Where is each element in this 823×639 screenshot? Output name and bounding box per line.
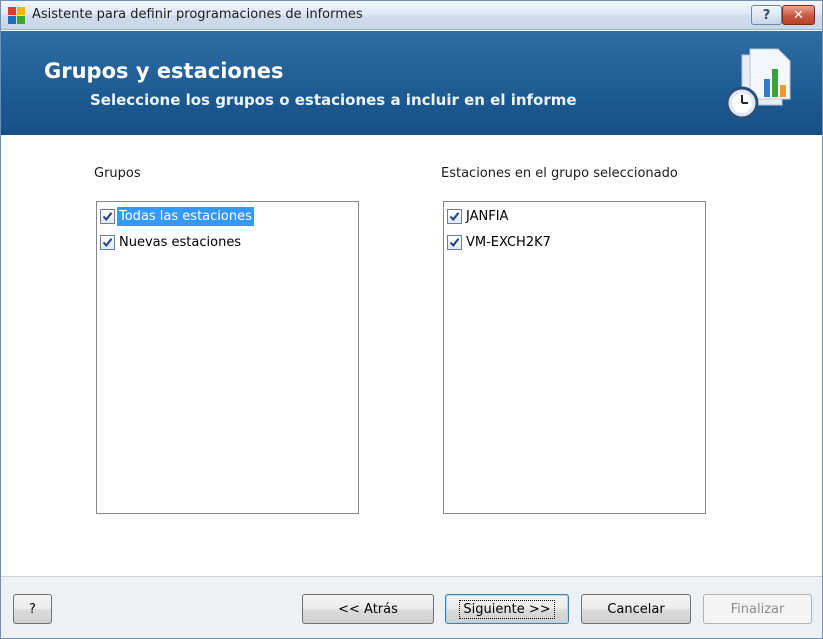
close-button[interactable]: ✕	[782, 5, 815, 25]
back-button-label: << Atrás	[338, 601, 398, 617]
list-item-label: Todas las estaciones	[117, 206, 254, 226]
title-help-button[interactable]: ?	[751, 5, 782, 25]
avg-logo-icon	[8, 7, 25, 24]
close-icon: ✕	[793, 7, 804, 23]
list-item-label: JANFIA	[466, 208, 509, 224]
list-item[interactable]: Nuevas estaciones	[100, 232, 243, 252]
report-schedule-icon	[725, 48, 791, 120]
wizard-window: Asistente para definir programaciones de…	[0, 0, 823, 639]
header-banner: Grupos y estaciones Seleccione los grupo…	[1, 31, 822, 135]
list-item-label: VM-EXCH2K7	[466, 234, 551, 250]
list-item-label: Nuevas estaciones	[119, 234, 242, 250]
help-icon: ?	[762, 7, 771, 23]
finish-button: Finalizar	[703, 594, 812, 624]
button-bar: ? << Atrás Siguiente >> Cancelar Finaliz…	[1, 576, 822, 638]
checkmark-icon	[102, 211, 113, 221]
cancel-button-label: Cancelar	[607, 601, 665, 617]
checkmark-icon	[449, 211, 460, 221]
list-item[interactable]: VM-EXCH2K7	[447, 232, 553, 252]
finish-button-label: Finalizar	[730, 601, 785, 617]
title-bar: Asistente para definir programaciones de…	[1, 1, 822, 30]
list-item[interactable]: Todas las estaciones	[100, 206, 254, 226]
page-title: Grupos y estaciones	[44, 59, 284, 83]
next-button[interactable]: Siguiente >>	[445, 594, 569, 624]
help-button[interactable]: ?	[13, 594, 52, 624]
cancel-button[interactable]: Cancelar	[581, 594, 691, 624]
list-item[interactable]: JANFIA	[447, 206, 510, 226]
stations-label: Estaciones en el grupo seleccionado	[441, 166, 678, 181]
checkmark-icon	[102, 237, 113, 247]
checkbox[interactable]	[447, 234, 462, 250]
stations-listbox[interactable]: JANFIA VM-EXCH2K7	[443, 201, 706, 514]
window-title: Asistente para definir programaciones de…	[32, 7, 363, 22]
page-subtitle: Seleccione los grupos o estaciones a inc…	[90, 91, 577, 109]
groups-listbox[interactable]: Todas las estaciones Nuevas estaciones	[96, 201, 359, 514]
back-button[interactable]: << Atrás	[302, 594, 434, 624]
help-button-label: ?	[29, 601, 36, 617]
groups-label: Grupos	[94, 166, 141, 181]
checkbox[interactable]	[100, 208, 115, 224]
checkbox[interactable]	[447, 208, 462, 224]
checkbox[interactable]	[100, 234, 115, 250]
checkmark-icon	[449, 237, 460, 247]
next-button-label: Siguiente >>	[459, 599, 555, 619]
